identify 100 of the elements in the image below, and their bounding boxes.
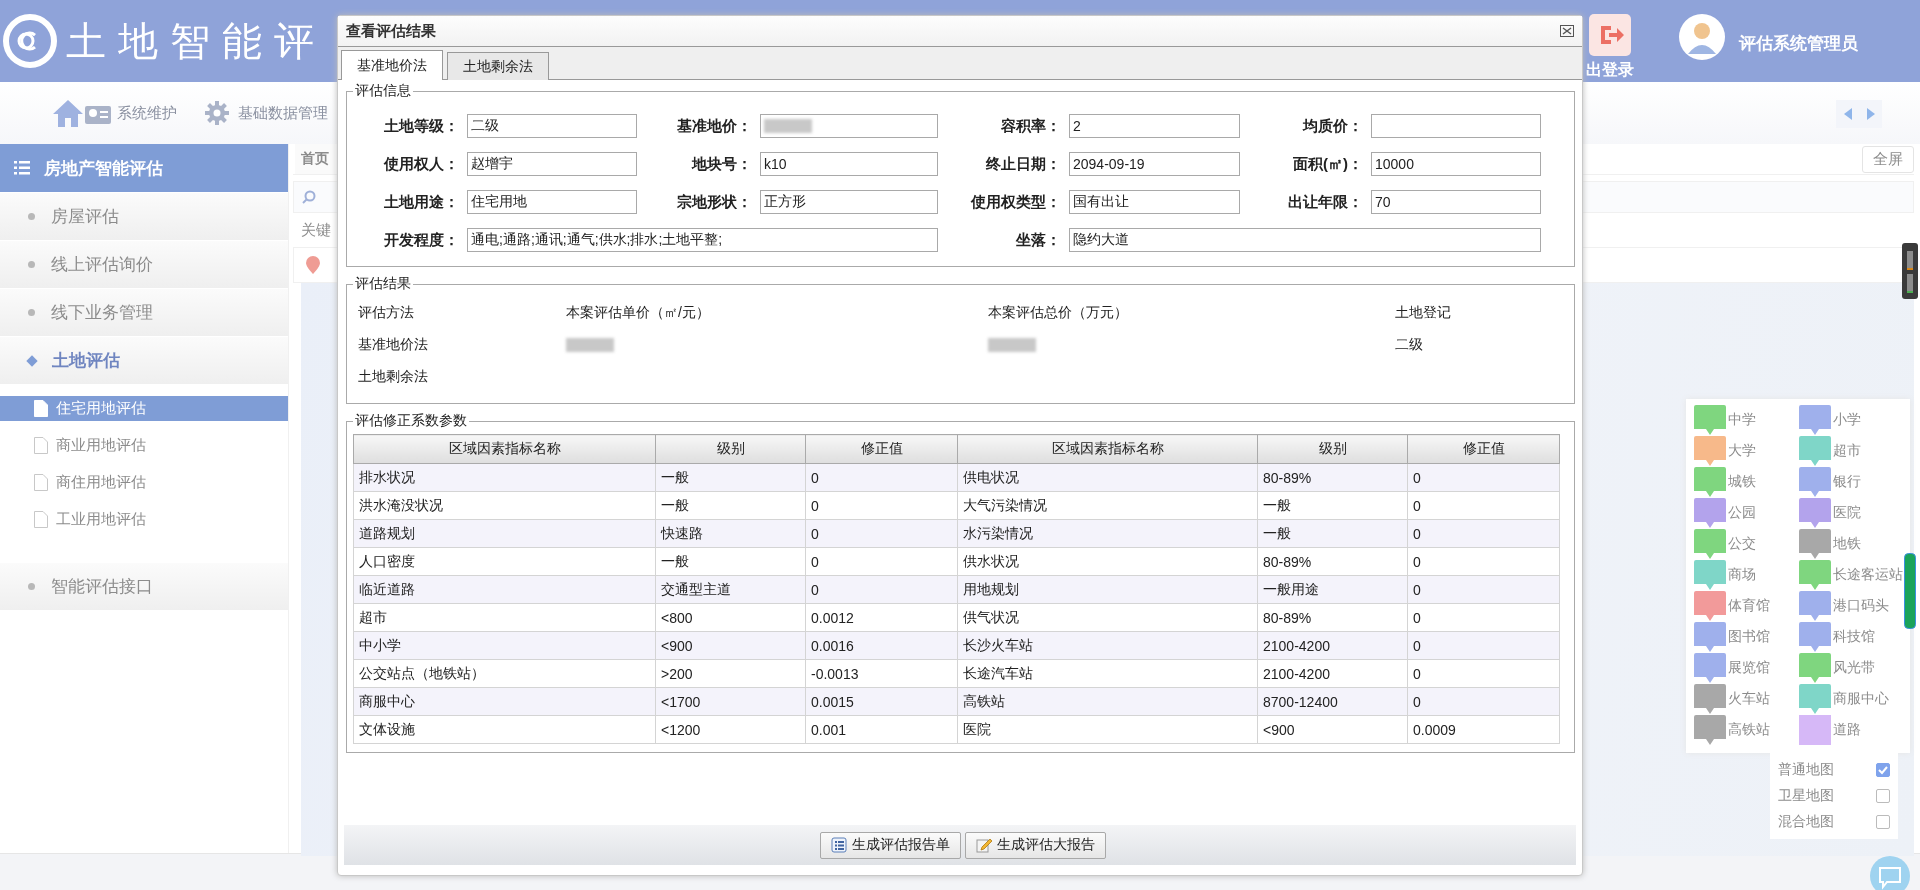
dialog-title: 查看评估结果: [346, 21, 436, 41]
table-cell: 洪水淹没状况: [353, 491, 656, 520]
app-title: 土地智能评: [66, 16, 326, 66]
input-field[interactable]: 国有出让: [1069, 190, 1240, 214]
column-header: 本案评估单价（㎡/元）: [566, 304, 710, 322]
result-cell: 二级: [1395, 336, 1423, 354]
field-label: 坐落：: [1015, 230, 1062, 250]
table-cell: <900: [655, 631, 806, 660]
field-label: 基准地价：: [676, 116, 753, 136]
input-field[interactable]: [1371, 114, 1541, 138]
table-cell: <900: [1257, 715, 1408, 744]
zoom-control-icon[interactable]: [1902, 243, 1918, 299]
keyword-label: 关键: [301, 220, 331, 240]
legend-label: 高铁站: [1728, 721, 1770, 739]
legend-label: 商场: [1728, 566, 1756, 584]
table-cell: 大气污染情况: [957, 491, 1258, 520]
report-button[interactable]: 生成评估大报告: [965, 831, 1106, 859]
list-icon: [14, 161, 30, 175]
table-cell: 一般: [655, 491, 806, 520]
legend-label: 科技馆: [1833, 628, 1875, 646]
table-cell: 供气状况: [957, 603, 1258, 632]
input-field[interactable]: 2094-09-19: [1069, 152, 1240, 176]
input-field[interactable]: 二级: [467, 114, 637, 138]
table-cell: 80-89%: [1257, 463, 1408, 492]
tab[interactable]: 土地剩余法: [447, 52, 549, 80]
left-arrow-icon[interactable]: [1843, 108, 1852, 120]
input-field[interactable]: 2: [1069, 114, 1240, 138]
field-label: 宗地形状：: [676, 192, 753, 212]
field-label: 土地用途：: [383, 192, 460, 212]
sidebar-subitem[interactable]: 商住用地评估: [0, 470, 288, 495]
report-button[interactable]: 生成评估报告单: [820, 831, 961, 859]
input-field[interactable]: 70: [1371, 190, 1541, 214]
legend-label: 地铁: [1833, 535, 1861, 553]
input-field[interactable]: 住宅用地: [467, 190, 637, 214]
input-field[interactable]: 隐约大道: [1069, 228, 1541, 252]
table-cell: 超市: [353, 603, 656, 632]
table-cell: 交通型主道: [655, 575, 806, 604]
field-label: 地块号：: [690, 154, 753, 174]
section-title: 评估修正系数参数: [354, 412, 468, 430]
home-icon[interactable]: [52, 98, 84, 128]
column-header: 级别: [655, 434, 806, 464]
table-cell: 8700-12400: [1257, 687, 1408, 716]
legend-label: 医院: [1833, 504, 1861, 522]
legend-label: 银行: [1833, 473, 1861, 491]
table-cell: 道路规划: [353, 519, 656, 548]
table-cell: 一般: [655, 463, 806, 492]
table-cell: 0.0015: [805, 687, 958, 716]
chat-icon[interactable]: [1870, 856, 1910, 890]
table-cell: 一般: [655, 547, 806, 576]
legend-label: 超市: [1833, 442, 1861, 460]
checkbox[interactable]: [1876, 763, 1890, 777]
field-label: 出让年限：: [1287, 192, 1364, 212]
table-cell: 0: [1407, 603, 1560, 632]
table-cell: 长途汽车站: [957, 659, 1258, 688]
table-cell: 0: [1407, 463, 1560, 492]
input-field[interactable]: 正方形: [760, 190, 938, 214]
dot-icon: [28, 583, 35, 590]
table-cell: 0: [1407, 575, 1560, 604]
map-type-label: 普通地图: [1778, 761, 1834, 779]
field-label: 使用权人：: [382, 154, 460, 174]
table-cell: 供电状况: [957, 463, 1258, 492]
legend-label: 风光带: [1833, 659, 1875, 677]
result-cell: 土地剩余法: [358, 368, 428, 386]
fullscreen-button[interactable]: 全屏: [1862, 145, 1914, 173]
checkbox[interactable]: [1876, 815, 1890, 829]
scroll-thumb[interactable]: [1904, 553, 1916, 629]
dot-icon: [28, 309, 35, 316]
legend-label: 城铁: [1728, 473, 1756, 491]
table-cell: 医院: [957, 715, 1258, 744]
table-cell: 0: [1407, 659, 1560, 688]
close-button[interactable]: [1560, 25, 1574, 37]
tab[interactable]: 基准地价法: [341, 50, 443, 80]
input-field[interactable]: 10000: [1371, 152, 1541, 176]
checkbox[interactable]: [1876, 789, 1890, 803]
table-cell: <1700: [655, 687, 806, 716]
input-field[interactable]: k10: [760, 152, 938, 176]
sidebar-title: 房地产智能评估: [44, 157, 163, 180]
logout-icon: [1589, 14, 1631, 56]
pencil-icon: [976, 837, 992, 853]
input-field[interactable]: [760, 114, 938, 138]
right-arrow-icon[interactable]: [1866, 108, 1875, 120]
table-cell: 一般: [1257, 491, 1408, 520]
legend-label: 公交: [1728, 535, 1756, 553]
table-cell: 0: [1407, 519, 1560, 548]
list-icon: [831, 837, 847, 853]
column-header: 土地登记: [1395, 304, 1451, 322]
legend-label: 长途客运站: [1833, 566, 1903, 584]
table-cell: 0: [805, 519, 958, 548]
table-cell: 0: [1407, 687, 1560, 716]
table-cell: 公交站点（地铁站）: [353, 659, 656, 688]
document-icon: [34, 400, 48, 417]
table-cell: 0: [1407, 491, 1560, 520]
input-field[interactable]: 赵增宇: [467, 152, 637, 176]
input-field[interactable]: 通电;通路;通讯;通气;供水;排水;土地平整;: [467, 228, 938, 252]
legend-label: 公园: [1728, 504, 1756, 522]
table-cell: 0: [805, 491, 958, 520]
table-cell: -0.0013: [805, 659, 958, 688]
user-name: 评估系统管理员: [1739, 33, 1858, 55]
table-cell: 0.001: [805, 715, 958, 744]
table-cell: 0.0009: [1407, 715, 1560, 744]
